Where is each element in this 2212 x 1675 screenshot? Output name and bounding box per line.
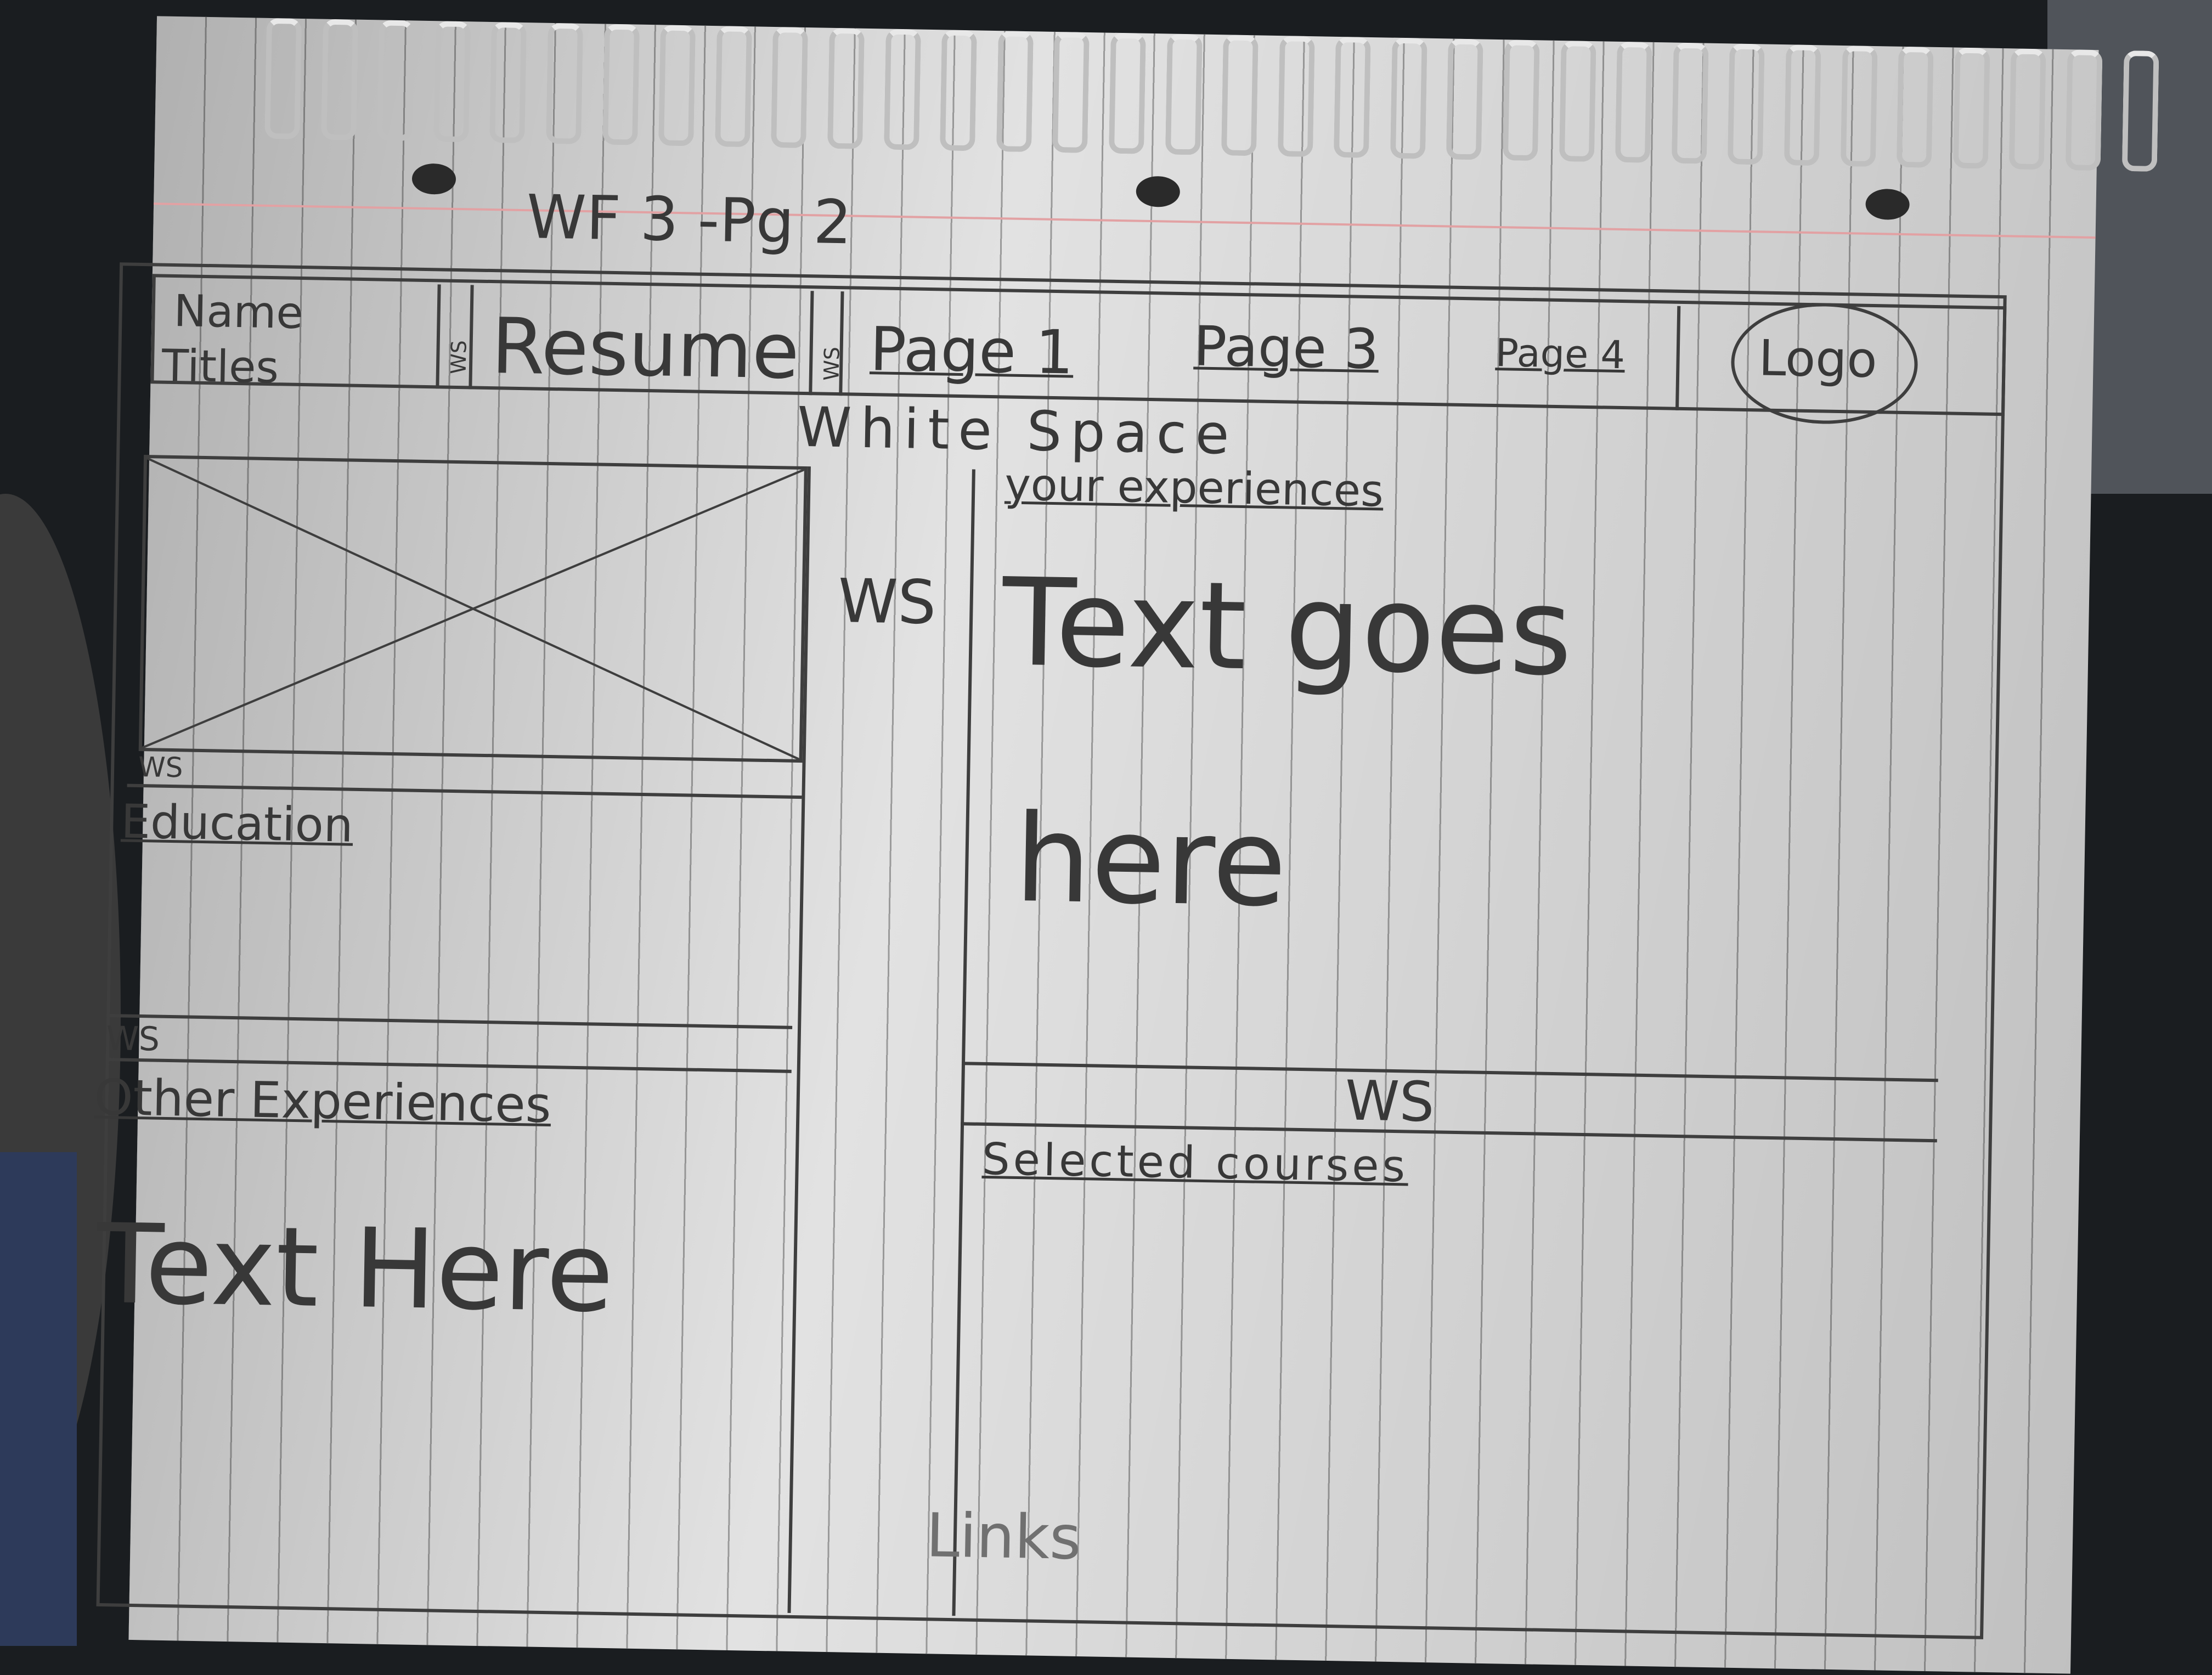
- right-text-goes: Text goes: [1001, 552, 1574, 703]
- right-ws-label: WS: [1344, 1068, 1435, 1135]
- nav-ws-a: WS: [446, 340, 471, 375]
- nav-resume: Resume: [490, 302, 800, 397]
- nav-page1[interactable]: Page 1: [870, 314, 1074, 387]
- image-placeholder: [138, 455, 808, 763]
- nav-page3[interactable]: Page 3: [1193, 314, 1379, 381]
- white-space-label: White Space: [797, 394, 1239, 467]
- nav-page4[interactable]: Page 4: [1495, 330, 1626, 377]
- sheet-title: WF 3 -Pg 2: [526, 182, 853, 258]
- logo-text: Logo: [1758, 329, 1878, 390]
- other-experiences-heading: Other Experiences: [93, 1068, 552, 1135]
- notebook-page: WF 3 -Pg 2 Name Titles WS Resume WS Page…: [94, 16, 2159, 1674]
- nav-titles: Titles: [161, 340, 279, 393]
- background-cloth: [0, 1152, 77, 1646]
- your-experiences-heading: your experiences: [1004, 459, 1384, 517]
- gutter-ws-label: WS: [837, 566, 937, 638]
- left-ws-label: WS: [105, 1019, 160, 1059]
- education-heading: Education: [120, 794, 354, 853]
- right-here: here: [1013, 788, 1288, 934]
- image-ws-label: WS: [138, 751, 183, 784]
- selected-courses-heading: Selected courses: [981, 1133, 1409, 1192]
- nav-name: Name: [173, 285, 304, 339]
- left-text-here: Text Here: [95, 1200, 615, 1338]
- footer-links[interactable]: Links: [926, 1500, 1082, 1573]
